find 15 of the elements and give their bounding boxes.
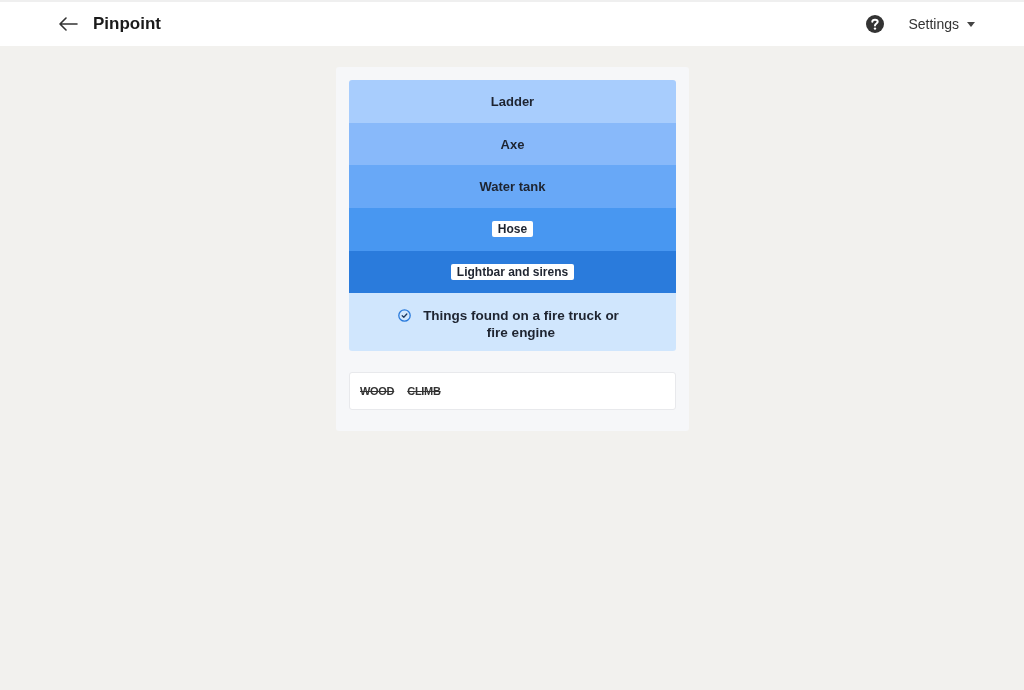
back-arrow-icon <box>58 17 78 31</box>
clue-text: Axe <box>500 136 525 152</box>
help-icon <box>866 15 885 33</box>
help-button[interactable] <box>866 15 885 33</box>
settings-menu-button[interactable]: Settings <box>908 12 975 36</box>
clue-text: Ladder <box>490 93 535 109</box>
clue-label: Lightbar and sirens <box>450 264 575 281</box>
app-title: Pinpoint <box>93 14 161 34</box>
clue-text: Water tank <box>479 179 546 195</box>
back-button[interactable] <box>56 15 80 33</box>
guess-word: CLIMB <box>407 385 441 398</box>
guess-word: WOOD <box>360 385 395 398</box>
caret-icon <box>967 21 975 27</box>
clue-label: Hose <box>491 221 534 238</box>
answer-text: Things found on a fire truck or fire engine <box>422 307 620 342</box>
